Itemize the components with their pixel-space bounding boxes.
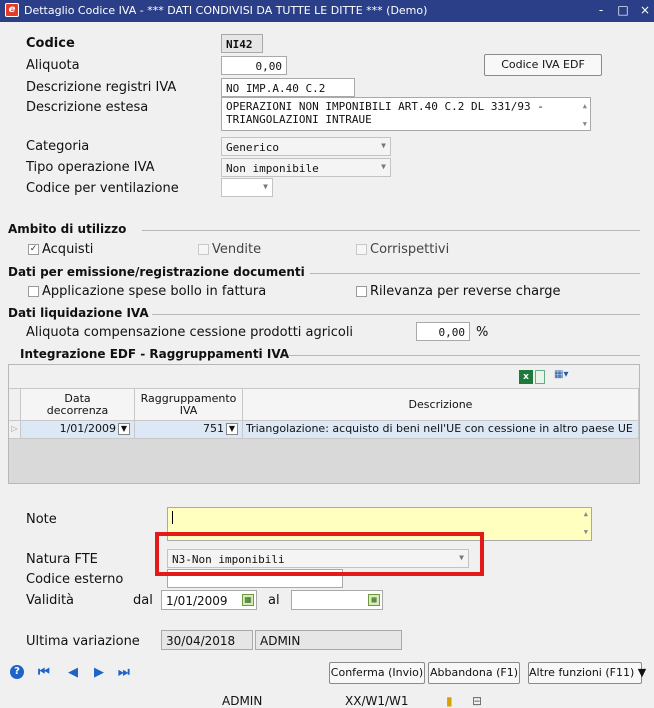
liquidazione-section-title: Dati liquidazione IVA xyxy=(8,306,149,320)
column-header-descrizione[interactable]: Descrizione xyxy=(243,389,639,421)
edf-divider xyxy=(288,355,640,356)
codice-iva-edf-button[interactable]: Codice IVA EDF xyxy=(484,54,602,76)
reverse-charge-checkbox[interactable] xyxy=(356,286,367,297)
tipo-operazione-value: Non imponibile xyxy=(226,162,319,175)
raggruppamenti-grid: x ▦▾ Data decorrenza Raggruppamento IVA … xyxy=(8,364,640,484)
row-selector-header xyxy=(9,389,21,421)
chevron-down-icon: ▼ xyxy=(381,162,386,171)
dropdown-arrow-icon[interactable]: ▼ xyxy=(226,423,238,435)
aliquota-label: Aliquota xyxy=(26,58,80,73)
codice-esterno-label: Codice esterno xyxy=(26,572,124,587)
categoria-select[interactable]: Generico ▼ xyxy=(221,137,391,156)
table-row-ragg-cell[interactable]: 751 ▼ xyxy=(135,421,243,439)
column-header-raggruppamento[interactable]: Raggruppamento IVA xyxy=(135,389,243,421)
codice-field[interactable]: NI42 xyxy=(221,34,263,53)
tipo-operazione-select[interactable]: Non imponibile ▼ xyxy=(221,158,391,177)
ultima-variazione-user: ADMIN xyxy=(255,630,402,650)
maximize-button[interactable]: □ xyxy=(614,2,632,18)
dal-date-field[interactable]: 1/01/2009 ▦ xyxy=(161,590,257,610)
vendite-label: Vendite xyxy=(212,242,262,257)
chevron-down-icon: ▼ xyxy=(381,141,386,150)
validita-label: Validità xyxy=(26,593,75,608)
descr-registri-field[interactable]: NO IMP.A.40 C.2 xyxy=(221,78,355,97)
aliquota-compensazione-label: Aliquota compensazione cessione prodotti… xyxy=(26,325,354,340)
excel-export-icon[interactable]: x xyxy=(519,370,533,384)
title-bar: e Dettaglio Codice IVA - *** DATI CONDIV… xyxy=(0,0,654,22)
calendar-icon[interactable]: ▦ xyxy=(368,594,380,606)
table-row-data-cell[interactable]: 1/01/2009 ▼ xyxy=(21,421,135,439)
emissione-divider xyxy=(310,273,640,274)
last-record-icon[interactable]: ⏭ xyxy=(118,665,130,680)
note-label: Note xyxy=(26,512,57,527)
reverse-charge-label: Rilevanza per reverse charge xyxy=(370,284,561,299)
ultima-variazione-date: 30/04/2018 xyxy=(161,630,253,650)
liquidazione-divider xyxy=(152,314,640,315)
calendar-icon[interactable]: ▦ xyxy=(242,594,254,606)
table-row-descrizione-cell[interactable]: Triangolazione: acquisto di beni nell'UE… xyxy=(243,421,639,439)
codice-ventilazione-label: Codice per ventilazione xyxy=(26,181,179,196)
minimize-button[interactable]: - xyxy=(592,2,610,18)
excel-grid-icon xyxy=(535,370,545,384)
codice-ventilazione-select[interactable]: ▼ xyxy=(221,178,273,197)
ultima-variazione-label: Ultima variazione xyxy=(26,634,140,649)
ambito-section-title: Ambito di utilizzo xyxy=(8,222,127,236)
previous-record-icon[interactable]: ◀ xyxy=(68,665,78,680)
chevron-down-icon: ▼ xyxy=(263,182,268,191)
bollo-label: Applicazione spese bollo in fattura xyxy=(42,284,267,299)
altre-funzioni-button[interactable]: Altre funzioni (F11) ▼ xyxy=(528,662,646,684)
help-icon[interactable]: ? xyxy=(10,665,24,679)
text-cursor xyxy=(172,511,173,524)
column-header-data[interactable]: Data decorrenza xyxy=(21,389,135,421)
emissione-section-title: Dati per emissione/registrazione documen… xyxy=(8,265,305,279)
scroll-up-icon[interactable]: ▲ xyxy=(584,510,588,518)
acquisti-label: Acquisti xyxy=(42,242,94,257)
ambito-divider xyxy=(142,230,640,231)
edf-section-title: Integrazione EDF - Raggruppamenti IVA xyxy=(20,347,290,361)
abbandona-button[interactable]: Abbandona (F1) xyxy=(428,662,520,684)
scroll-down-icon[interactable]: ▼ xyxy=(584,528,588,536)
percent-label: % xyxy=(476,325,489,340)
tipo-operazione-label: Tipo operazione IVA xyxy=(26,160,155,175)
natura-fte-label: Natura FTE xyxy=(26,552,98,567)
codice-label: Codice xyxy=(26,36,75,51)
dal-date-value: 1/01/2009 xyxy=(166,594,228,608)
grid-toolbar: x ▦▾ xyxy=(9,365,639,389)
next-record-icon[interactable]: ▶ xyxy=(94,665,104,680)
scroll-down-icon[interactable]: ▼ xyxy=(583,118,587,130)
dropdown-arrow-icon[interactable]: ▼ xyxy=(118,423,130,435)
bollo-checkbox[interactable] xyxy=(28,286,39,297)
descr-estesa-line1: OPERAZIONI NON IMPONIBILI ART.40 C.2 DL … xyxy=(226,100,544,113)
highlight-box xyxy=(155,532,484,576)
categoria-value: Generico xyxy=(226,141,279,154)
descr-estesa-textarea[interactable]: OPERAZIONI NON IMPONIBILI ART.40 C.2 DL … xyxy=(221,97,591,131)
column-header-ragg-line2: IVA xyxy=(179,404,198,417)
dal-label: dal xyxy=(133,593,153,608)
categoria-label: Categoria xyxy=(26,139,90,154)
al-label: al xyxy=(268,593,280,608)
vendite-checkbox[interactable] xyxy=(198,244,209,255)
column-header-data-line2: decorrenza xyxy=(46,404,109,417)
descr-registri-label: Descrizione registri IVA xyxy=(26,80,177,95)
aliquota-compensazione-field[interactable]: 0,00 xyxy=(416,322,470,341)
aliquota-field[interactable]: 0,00 xyxy=(221,56,287,75)
descr-estesa-line2: TRIANGOLAZIONI INTRAUE xyxy=(226,113,372,126)
first-record-icon[interactable]: ⏮ xyxy=(38,665,50,680)
window-title: Dettaglio Codice IVA - *** DATI CONDIVIS… xyxy=(24,4,428,17)
app-logo-icon: e xyxy=(5,3,19,17)
corrispettivi-label: Corrispettivi xyxy=(370,242,450,257)
acquisti-checkbox[interactable]: ✓ xyxy=(28,244,39,255)
row-data-value: 1/01/2009 xyxy=(59,422,116,435)
row-selector-icon[interactable]: ▷ xyxy=(9,421,21,439)
close-button[interactable]: × xyxy=(636,2,654,18)
row-ragg-value: 751 xyxy=(203,422,224,435)
corrispettivi-checkbox[interactable] xyxy=(356,244,367,255)
conferma-button[interactable]: Conferma (Invio) xyxy=(329,662,425,684)
scroll-up-icon[interactable]: ▲ xyxy=(583,100,587,113)
descr-estesa-label: Descrizione estesa xyxy=(26,100,149,115)
al-date-field[interactable]: ▦ xyxy=(291,590,383,610)
column-chooser-icon[interactable]: ▦▾ xyxy=(554,369,580,385)
